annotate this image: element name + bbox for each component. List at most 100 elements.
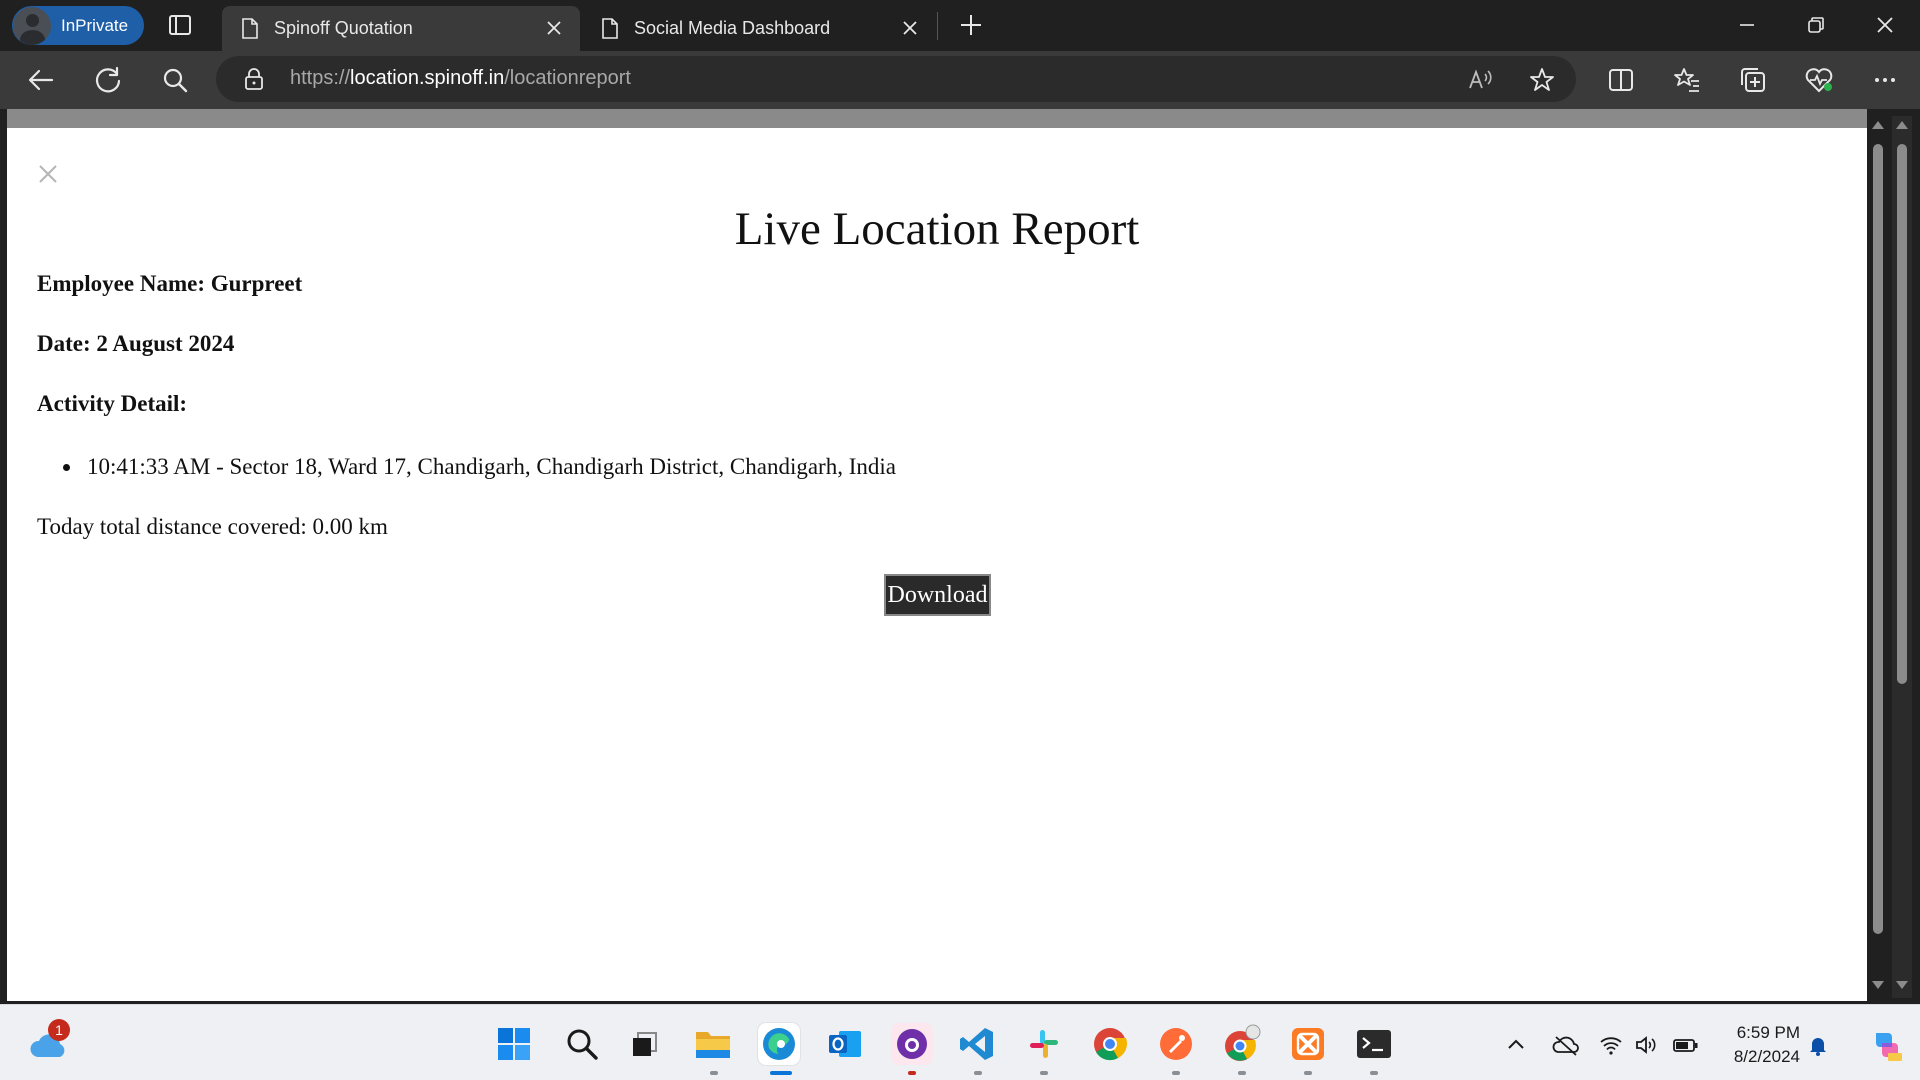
- back-arrow-icon[interactable]: [26, 65, 56, 95]
- scroll-thumb[interactable]: [1873, 144, 1883, 934]
- window-scrollbar[interactable]: [1892, 116, 1912, 998]
- windows-logo-icon: [498, 1028, 530, 1060]
- chrome-profile-button[interactable]: [1221, 1023, 1263, 1065]
- postman-button[interactable]: [1155, 1023, 1197, 1065]
- running-indicator: [710, 1071, 718, 1075]
- outlook-button[interactable]: [824, 1023, 866, 1065]
- distance-summary: Today total distance covered: 0.00 km: [37, 514, 388, 539]
- restore-icon[interactable]: [1803, 12, 1829, 38]
- browser-toolbar: https://location.spinoff.in/locationrepo…: [0, 51, 1920, 109]
- terminal-button[interactable]: [1353, 1023, 1395, 1065]
- volume-icon[interactable]: [1634, 1033, 1658, 1057]
- favorites-icon[interactable]: [1672, 65, 1702, 95]
- url-path: /locationreport: [504, 67, 631, 89]
- title-bar: InPrivate Spinoff Quotation Social Media…: [0, 0, 1920, 51]
- scroll-down-icon[interactable]: [1871, 980, 1885, 990]
- copilot-icon[interactable]: [1868, 1027, 1904, 1063]
- employee-name: Employee Name: Gurpreet: [37, 271, 303, 296]
- tab-social-media-dashboard[interactable]: Social Media Dashboard: [582, 6, 936, 51]
- close-window-icon[interactable]: [1872, 12, 1898, 38]
- running-indicator: [1370, 1071, 1378, 1075]
- battery-icon[interactable]: [1672, 1033, 1700, 1057]
- tab-actions-icon[interactable]: [166, 12, 194, 38]
- slack-button[interactable]: [1023, 1023, 1065, 1065]
- terminal-icon: [1357, 1030, 1391, 1058]
- scroll-up-icon[interactable]: [1895, 120, 1909, 130]
- location-report-modal: Live Location Report Employee Name: Gurp…: [7, 128, 1867, 1001]
- slack-icon: [1030, 1030, 1058, 1058]
- start-button[interactable]: [493, 1023, 535, 1065]
- chrome-button[interactable]: [1089, 1023, 1131, 1065]
- xampp-button[interactable]: [1287, 1023, 1329, 1065]
- close-tab-icon[interactable]: [544, 18, 564, 38]
- scroll-thumb[interactable]: [1897, 144, 1907, 684]
- refresh-icon[interactable]: [93, 65, 123, 95]
- modal-backdrop-strip: [7, 109, 1867, 128]
- scroll-down-icon[interactable]: [1895, 980, 1909, 990]
- clock-date: 8/2/2024: [1733, 1047, 1800, 1066]
- running-indicator: [974, 1071, 982, 1075]
- taskbar-search-button[interactable]: [561, 1023, 603, 1065]
- document-icon: [242, 18, 258, 39]
- list-item: 10:41:33 AM - Sector 18, Ward 17, Chandi…: [63, 454, 896, 480]
- active-indicator: [770, 1071, 792, 1075]
- inprivate-profile-button[interactable]: InPrivate: [12, 6, 144, 45]
- lock-icon[interactable]: [244, 68, 264, 90]
- tab-spinoff-quotation[interactable]: Spinoff Quotation: [222, 6, 580, 51]
- running-indicator: [1238, 1071, 1246, 1075]
- postman-icon: [1160, 1028, 1192, 1060]
- clock-time: 6:59 PM: [1736, 1023, 1800, 1042]
- document-icon: [602, 18, 618, 39]
- file-explorer-button[interactable]: [692, 1023, 734, 1065]
- read-aloud-icon[interactable]: [1466, 66, 1494, 94]
- collections-icon[interactable]: [1738, 65, 1768, 95]
- running-indicator: [1040, 1071, 1048, 1075]
- activity-entry: 10:41:33 AM - Sector 18, Ward 17, Chandi…: [87, 454, 896, 479]
- outlook-icon: [829, 1031, 861, 1057]
- system-clock[interactable]: 6:59 PM 8/2/2024: [1720, 1021, 1800, 1069]
- bullet: [63, 463, 70, 471]
- onedrive-offline-icon[interactable]: [1552, 1033, 1580, 1057]
- report-date: Date: 2 August 2024: [37, 331, 235, 356]
- page-scrollbar[interactable]: [1868, 116, 1888, 998]
- more-options-icon[interactable]: [1870, 65, 1900, 95]
- minimize-icon[interactable]: [1734, 12, 1760, 38]
- search-icon[interactable]: [160, 65, 190, 95]
- close-icon[interactable]: [37, 163, 59, 185]
- github-desktop-button[interactable]: [891, 1023, 933, 1065]
- close-tab-icon[interactable]: [900, 18, 920, 38]
- split-screen-icon[interactable]: [1606, 65, 1636, 95]
- download-button[interactable]: Download: [884, 574, 991, 616]
- tab-separator: [937, 12, 938, 40]
- taskbar: 1 6:59 PM 8/2/2024: [0, 1004, 1920, 1080]
- running-indicator: [1304, 1071, 1312, 1075]
- new-tab-icon[interactable]: [958, 12, 984, 38]
- browser-essentials-icon[interactable]: [1804, 65, 1834, 95]
- favorite-star-icon[interactable]: [1528, 66, 1556, 94]
- address-bar[interactable]: https://location.spinoff.in/locationrepo…: [216, 56, 1576, 102]
- edge-button[interactable]: [758, 1023, 800, 1065]
- xampp-icon: [1292, 1028, 1324, 1060]
- vscode-icon: [960, 1028, 993, 1060]
- attention-indicator: [908, 1071, 916, 1075]
- search-icon: [567, 1029, 598, 1060]
- file-explorer-icon: [696, 1032, 730, 1058]
- activity-detail-heading: Activity Detail:: [37, 391, 188, 416]
- notification-badge: 1: [48, 1019, 70, 1041]
- url-text[interactable]: https://location.spinoff.in/locationrepo…: [290, 67, 631, 90]
- chrome-icon: [1094, 1028, 1128, 1061]
- tab-title: Social Media Dashboard: [634, 18, 831, 38]
- wifi-icon[interactable]: [1599, 1033, 1623, 1057]
- task-view-button[interactable]: [624, 1023, 666, 1065]
- scroll-up-icon[interactable]: [1871, 120, 1885, 130]
- running-indicator: [1172, 1071, 1180, 1075]
- page-title: Live Location Report: [734, 203, 1140, 255]
- github-desktop-icon: [897, 1029, 927, 1059]
- avatar: [13, 6, 51, 45]
- notification-bell-icon[interactable]: [1806, 1033, 1830, 1057]
- vscode-button[interactable]: [956, 1023, 998, 1065]
- chrome-profile-icon: [1225, 1024, 1261, 1061]
- tab-title: Spinoff Quotation: [274, 18, 413, 38]
- task-view-icon: [633, 1032, 657, 1056]
- chevron-up-icon[interactable]: [1504, 1033, 1528, 1057]
